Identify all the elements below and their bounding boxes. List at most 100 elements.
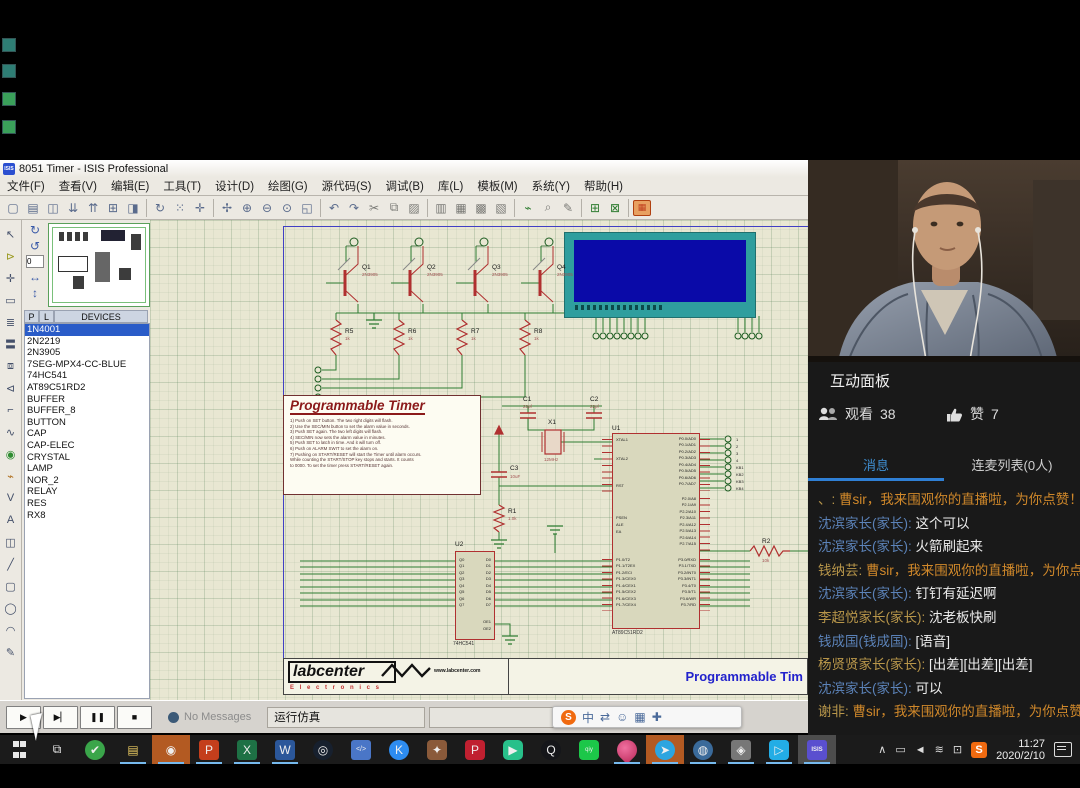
paste-icon[interactable]: ▨ [405,199,423,217]
origin-icon[interactable]: ✛ [191,199,209,217]
block-delete-icon[interactable]: ▧ [492,199,510,217]
zoom-area-icon[interactable]: ◱ [298,199,316,217]
start-button[interactable] [0,735,38,764]
device-item[interactable]: 2N3905 [25,347,149,359]
device-item[interactable]: LAMP [25,463,149,475]
menu-graph[interactable]: 绘图(G) [261,178,315,194]
component-ref[interactable]: U2 [455,541,463,548]
ime-chinese-mode-icon[interactable]: 中 [582,709,594,726]
sim-pause-button[interactable]: ❚❚ [80,706,115,729]
taskbar-app-isis[interactable]: ISIS [798,735,836,764]
component-ref[interactable]: R1 [508,508,516,515]
likes-icon[interactable] [946,407,963,422]
block-copy-icon[interactable]: ▥ [432,199,450,217]
taskbar-app-qq-browser[interactable]: ◍ [684,735,722,764]
component-ref[interactable]: U1 [612,425,620,432]
menu-library[interactable]: 库(L) [431,178,471,194]
component-mode-icon[interactable]: ⊳ [2,245,20,267]
component-ref[interactable]: R8 [534,328,542,335]
terminal-mode-icon[interactable]: ⊲ [2,377,20,399]
component-ref[interactable]: C2 [590,396,598,403]
devices-col-l[interactable]: L [39,310,54,323]
schematic-overview[interactable] [48,223,150,307]
new-sheet-icon[interactable]: ⊞ [586,199,604,217]
device-item[interactable]: RX8 [25,510,149,522]
instructions-textbox[interactable]: Programmable Timer 1) Push on SET button… [283,395,481,495]
taskbar-clock[interactable]: 11:27 2020/2/10 [996,738,1045,762]
selection-mode-icon[interactable]: ↖ [2,223,20,245]
sogou-tray-icon[interactable]: S [971,742,987,758]
subcircuit-mode-icon[interactable]: ⧈ [2,355,20,377]
grid-toggle-icon[interactable]: ⁙ [171,199,189,217]
tray-chevron-icon[interactable]: ∧ [878,743,886,756]
redraw-icon[interactable]: ↻ [151,199,169,217]
taskbar-app-wechat[interactable]: ◉ [152,735,190,764]
device-item[interactable]: 1N4001 [25,324,149,336]
ime-toolbox-icon[interactable]: ✚ [652,710,662,724]
menu-system[interactable]: 系统(Y) [525,178,577,194]
component-ref[interactable]: Q2 [427,264,436,271]
taskbar-app-telegram[interactable]: ➤ [646,735,684,764]
redo-icon[interactable]: ↷ [345,199,363,217]
search-tag-icon[interactable]: ⌕ [539,199,557,217]
taskbar-app-excel[interactable]: X [228,735,266,764]
device-pin-mode-icon[interactable]: ⌐ [2,399,20,421]
speaker-icon[interactable]: ◄ [915,744,926,756]
battery-icon[interactable]: ▭ [895,743,905,756]
copy-icon[interactable]: ⧉ [385,199,403,217]
menu-design[interactable]: 设计(D) [208,178,261,194]
taskbar-app-antivirus[interactable]: ✔ [76,735,114,764]
component-ref[interactable]: Q4 [557,264,566,271]
devices-col-p[interactable]: P [24,310,39,323]
tape-recorder-mode-icon[interactable]: ◉ [2,443,20,465]
graph-mode-icon[interactable]: ∿ [2,421,20,443]
taskbar-app-powerpoint[interactable]: P [190,735,228,764]
wifi-icon[interactable]: ≋ [935,743,944,756]
sogou-logo-icon[interactable]: S [561,710,576,725]
device-item[interactable]: RELAY [25,486,149,498]
ime-switch-icon[interactable]: ⇄ [600,710,610,724]
taskbar-app-game[interactable]: ✦ [418,735,456,764]
taskbar-app-explorer[interactable]: ▤ [114,735,152,764]
device-item[interactable]: CRYSTAL [25,452,149,464]
device-item[interactable]: 2N2219 [25,336,149,348]
display-icon[interactable]: ⊡ [953,743,962,756]
current-probe-mode-icon[interactable]: A [2,509,20,531]
taskbar-app-tencent-video[interactable]: ▶ [494,735,532,764]
menu-help[interactable]: 帮助(H) [577,178,630,194]
component-ref[interactable]: R5 [345,328,353,335]
component-ref[interactable]: X1 [548,419,556,426]
component-ref[interactable]: Q3 [492,264,501,271]
zoom-in-icon[interactable]: ⊕ [238,199,256,217]
tab-mic-list[interactable]: 连麦列表(0人) [944,450,1080,478]
zoom-all-icon[interactable]: ⊙ [278,199,296,217]
component-ref[interactable]: C1 [523,396,531,403]
rotate-ccw-icon[interactable]: ↺ [30,239,40,253]
junction-mode-icon[interactable]: ✛ [2,267,20,289]
open-file-icon[interactable]: ▤ [24,199,42,217]
device-item[interactable]: BUFFER [25,394,149,406]
component-ref[interactable]: Q1 [362,264,371,271]
wire-label-mode-icon[interactable]: ▭ [2,289,20,311]
remove-sheet-icon[interactable]: ⊠ [606,199,624,217]
mirror-horizontal-icon[interactable]: ↔ [29,270,41,284]
menu-view[interactable]: 查看(V) [52,178,104,194]
device-item[interactable]: AT89C51RD2 [25,382,149,394]
block-move-icon[interactable]: ▦ [452,199,470,217]
import-section-icon[interactable]: ⇊ [64,199,82,217]
menu-edit[interactable]: 编辑(E) [104,178,156,194]
undo-icon[interactable]: ↶ [325,199,343,217]
ares-netlist-icon[interactable]: ▦ [633,200,651,216]
text-tool-icon[interactable]: ✎ [2,641,20,663]
menu-template[interactable]: 模板(M) [470,178,524,194]
taskbar-app-diamond[interactable]: ◈ [722,735,760,764]
property-tool-icon[interactable]: ✎ [559,199,577,217]
taskbar-app-word[interactable]: W [266,735,304,764]
print-icon[interactable]: ⊞ [104,199,122,217]
menu-source[interactable]: 源代码(S) [315,178,379,194]
chat-message-list[interactable]: 、: 曹sir，我来围观你的直播啦，为你点赞！ 沈滨家长(家长): 这个可以 沈… [808,488,1080,735]
rotate-angle-input[interactable] [26,255,44,268]
device-item[interactable]: BUFFER_8 [25,405,149,417]
zoom-out-icon[interactable]: ⊖ [258,199,276,217]
component-ref[interactable]: R6 [408,328,416,335]
